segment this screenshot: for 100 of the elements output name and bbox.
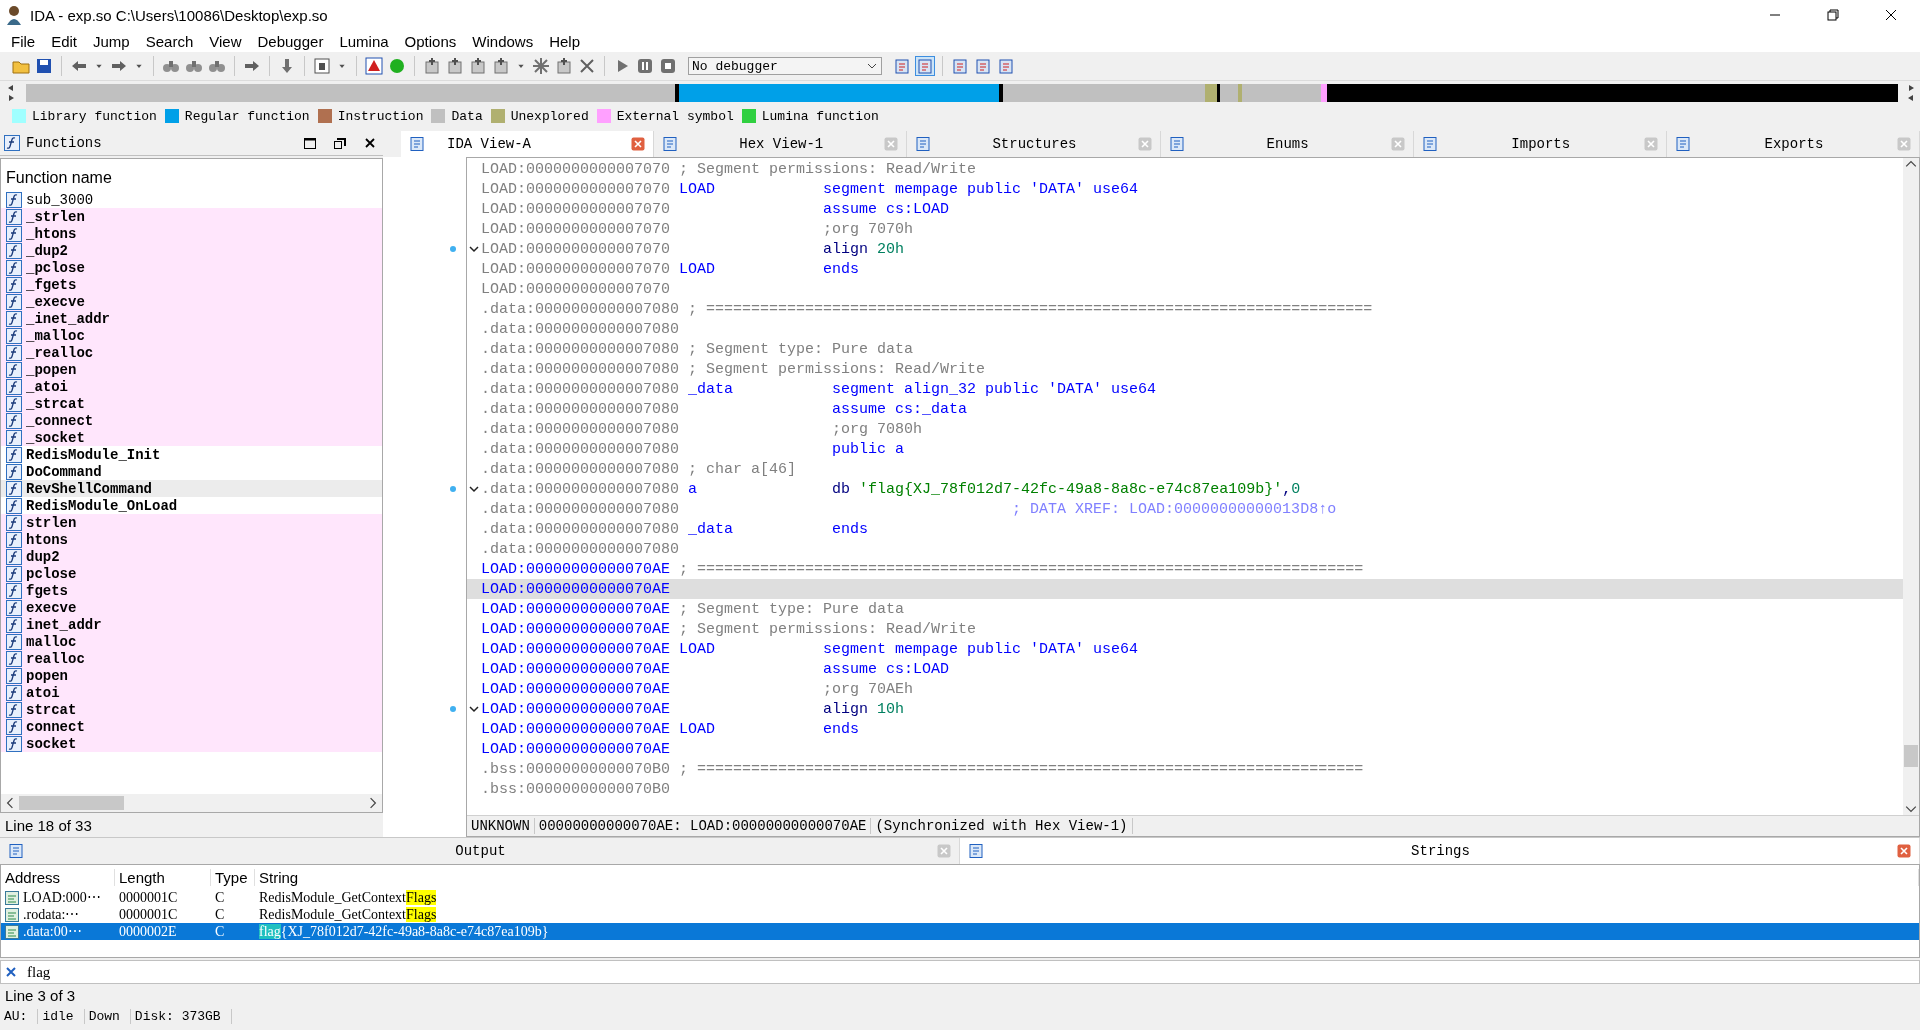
- function-row[interactable]: _dup2: [1, 242, 382, 259]
- collapse-icon[interactable]: [469, 484, 479, 494]
- code-line[interactable]: LOAD:0000000000007070 assume cs:LOAD: [467, 199, 1903, 219]
- function-row[interactable]: socket: [1, 735, 382, 752]
- function-row[interactable]: RedisModule_OnLoad: [1, 497, 382, 514]
- function-row[interactable]: atoi: [1, 684, 382, 701]
- function-row[interactable]: dup2: [1, 548, 382, 565]
- code-line[interactable]: LOAD:0000000000007070 LOAD segment mempage public 'DATA' use64: [467, 179, 1903, 199]
- function-row[interactable]: _atoi: [1, 378, 382, 395]
- menu-item[interactable]: Edit: [43, 32, 86, 50]
- code-line[interactable]: LOAD:00000000000070AE LOAD ends: [467, 719, 1903, 739]
- function-row[interactable]: connect: [1, 718, 382, 735]
- add-document-icon[interactable]: [469, 57, 487, 75]
- function-row[interactable]: popen: [1, 667, 382, 684]
- float-button[interactable]: [333, 136, 347, 150]
- code-line[interactable]: .data:0000000000007080 public a: [467, 439, 1903, 459]
- save-icon[interactable]: [35, 57, 53, 75]
- code-line[interactable]: .data:0000000000007080 a db 'flag{XJ_78f012d7-42fc-49a8-8a8c-e74c87ea109b}',0: [467, 479, 1903, 499]
- code-line[interactable]: .data:0000000000007080 ;org 7080h: [467, 419, 1903, 439]
- close-icon[interactable]: [631, 137, 646, 151]
- clear-filter-icon[interactable]: [5, 966, 17, 978]
- framed-box-icon[interactable]: [313, 57, 331, 75]
- code-line[interactable]: LOAD:00000000000070AE align 10h: [467, 699, 1903, 719]
- code-line[interactable]: LOAD:00000000000070AE ;org 70AEh: [467, 679, 1903, 699]
- column-header[interactable]: Length: [115, 868, 211, 886]
- add-document-icon[interactable]: [423, 57, 441, 75]
- code-line[interactable]: LOAD:00000000000070AE ; ==========================================================================: [467, 559, 1903, 579]
- star-icon[interactable]: [532, 57, 550, 75]
- menu-item[interactable]: Jump: [85, 32, 138, 50]
- scroll-arrows-icon[interactable]: [1906, 82, 1916, 104]
- filter-bar[interactable]: flag: [0, 960, 1920, 984]
- function-row[interactable]: _malloc: [1, 327, 382, 344]
- column-header[interactable]: Type: [211, 868, 255, 886]
- function-row[interactable]: _inet_addr: [1, 310, 382, 327]
- code-line[interactable]: .data:0000000000007080 ; ==========================================================================: [467, 299, 1903, 319]
- function-row[interactable]: sub_3000: [1, 191, 382, 208]
- function-row[interactable]: RevShellCommand: [1, 480, 382, 497]
- code-line[interactable]: LOAD:0000000000007070 ;org 7070h: [467, 219, 1903, 239]
- scroll-down-icon[interactable]: [1905, 803, 1917, 815]
- code-line[interactable]: .bss:00000000000070B0: [467, 779, 1903, 799]
- function-row[interactable]: pclose: [1, 565, 382, 582]
- function-row[interactable]: _fgets: [1, 276, 382, 293]
- function-row[interactable]: strlen: [1, 514, 382, 531]
- code-line[interactable]: LOAD:00000000000070AE ; Segment type: Pure data: [467, 599, 1903, 619]
- code-line[interactable]: .data:0000000000007080 ; char a[46]: [467, 459, 1903, 479]
- function-row[interactable]: malloc: [1, 633, 382, 650]
- filter-field[interactable]: flag: [25, 962, 1919, 982]
- code-line[interactable]: .data:0000000000007080 _data ends: [467, 519, 1903, 539]
- code-line[interactable]: LOAD:00000000000070AE ; Segment permissions: Read/Write: [467, 619, 1903, 639]
- function-row[interactable]: realloc: [1, 650, 382, 667]
- maximize-button[interactable]: [303, 136, 317, 150]
- function-row[interactable]: _popen: [1, 361, 382, 378]
- code-line[interactable]: .data:0000000000007080: [467, 319, 1903, 339]
- scrollbar-thumb[interactable]: [19, 796, 124, 810]
- function-row[interactable]: execve: [1, 599, 382, 616]
- scrollbar-thumb[interactable]: [1904, 745, 1918, 767]
- string-row[interactable]: LOAD:000⋯ 0000001C C RedisModule_GetContextFlags: [1, 889, 1919, 906]
- function-row[interactable]: _htons: [1, 225, 382, 242]
- code-line[interactable]: LOAD:00000000000070AE LOAD segment mempage public 'DATA' use64: [467, 639, 1903, 659]
- function-row[interactable]: fgets: [1, 582, 382, 599]
- code-line[interactable]: LOAD:0000000000007070: [467, 279, 1903, 299]
- code-line[interactable]: .bss:00000000000070B0 ; ==========================================================================: [467, 759, 1903, 779]
- code-line[interactable]: LOAD:0000000000007070 ; Segment permissions: Read/Write: [467, 159, 1903, 179]
- code-line[interactable]: LOAD:00000000000070AE assume cs:LOAD: [467, 659, 1903, 679]
- menu-item[interactable]: File: [3, 32, 44, 50]
- function-row[interactable]: htons: [1, 531, 382, 548]
- debugger-select[interactable]: No debugger: [688, 57, 882, 75]
- code-line[interactable]: .data:0000000000007080 ; DATA XREF: LOAD:00000000000013D8↑o: [467, 499, 1903, 519]
- function-row[interactable]: _socket: [1, 429, 382, 446]
- menu-item[interactable]: Windows: [464, 32, 542, 50]
- pause-icon[interactable]: [636, 57, 654, 75]
- function-row[interactable]: RedisModule_Init: [1, 446, 382, 463]
- code-line[interactable]: .data:0000000000007080 ; Segment permissions: Read/Write: [467, 359, 1903, 379]
- panel-tab[interactable]: Strings: [960, 838, 1920, 864]
- scroll-arrows-icon[interactable]: [6, 82, 16, 104]
- function-row[interactable]: _strcat: [1, 395, 382, 412]
- column-header[interactable]: Function name: [1, 159, 382, 191]
- string-row[interactable]: .data:00⋯ 0000002E C flag{XJ_78f012d7-42fc-49a8-8a8c-e74c87ea109b}: [1, 923, 1919, 940]
- code-line[interactable]: LOAD:0000000000007070 align 20h: [467, 239, 1903, 259]
- collapse-icon[interactable]: [469, 244, 479, 254]
- menu-item[interactable]: Debugger: [249, 32, 332, 50]
- cross-icon[interactable]: [578, 57, 596, 75]
- code-line[interactable]: .data:0000000000007080: [467, 539, 1903, 559]
- function-row[interactable]: _pclose: [1, 259, 382, 276]
- view-tab[interactable]: IDA View-A: [401, 131, 655, 157]
- code-line[interactable]: .data:0000000000007080 _data segment align_32 public 'DATA' use64: [467, 379, 1903, 399]
- function-row[interactable]: _connect: [1, 412, 382, 429]
- navigation-band-drawing[interactable]: [26, 84, 1898, 102]
- function-row[interactable]: strcat: [1, 701, 382, 718]
- function-row[interactable]: _strlen: [1, 208, 382, 225]
- menu-item[interactable]: Help: [541, 32, 588, 50]
- scroll-right-icon[interactable]: [367, 797, 379, 809]
- circle-icon[interactable]: [388, 57, 406, 75]
- warning-icon[interactable]: [365, 57, 383, 75]
- collapse-icon[interactable]: [469, 704, 479, 714]
- menu-item[interactable]: Search: [137, 32, 202, 50]
- menu-item[interactable]: View: [201, 32, 250, 50]
- scroll-up-icon[interactable]: [1905, 158, 1917, 170]
- code-line[interactable]: .data:0000000000007080 assume cs:_data: [467, 399, 1903, 419]
- function-row[interactable]: _realloc: [1, 344, 382, 361]
